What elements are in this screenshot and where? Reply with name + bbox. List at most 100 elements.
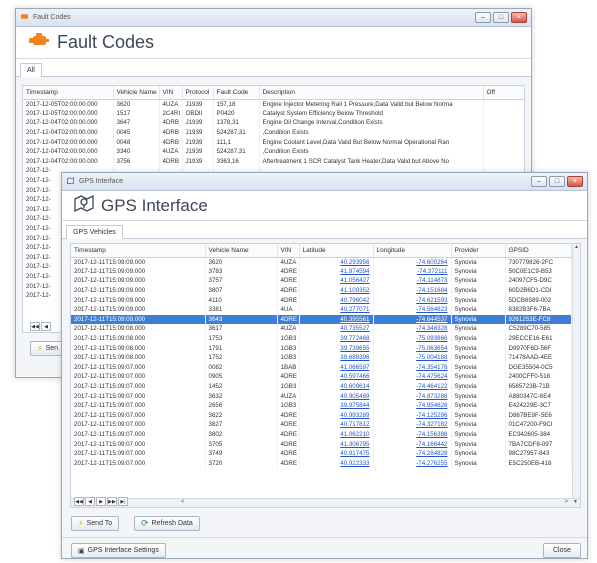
table-row[interactable]: 2017-12-11T15:09:07.000 0905 4DRE 40.597466… bbox=[71, 372, 572, 382]
table-cell[interactable]: -74.954628 bbox=[373, 400, 452, 411]
first-page-icon[interactable]: ◀◀ bbox=[74, 497, 84, 506]
table-cell[interactable]: -74.276255 bbox=[373, 458, 452, 469]
table-cell[interactable]: 41.974594 bbox=[299, 266, 374, 277]
table-cell[interactable]: -74.600264 bbox=[373, 257, 452, 267]
table-cell[interactable]: -74.464122 bbox=[373, 381, 452, 392]
table-cell[interactable]: -74.564623 bbox=[373, 304, 452, 315]
table-cell[interactable]: 40.917475 bbox=[299, 448, 374, 459]
table-cell[interactable]: -74.151684 bbox=[373, 285, 452, 296]
table-row[interactable]: 2017-12-11T15:09:07.000 3749 4DRE 40.917475… bbox=[71, 448, 572, 459]
gps-column-header[interactable]: Vehicle Name bbox=[205, 244, 278, 258]
table-cell[interactable]: 40.395561 bbox=[299, 314, 374, 325]
table-row[interactable]: 2017-12-11T15:09:08.000 1753 1GB3 39.772468… bbox=[71, 333, 572, 344]
table-cell[interactable]: 40.717812 bbox=[299, 420, 374, 430]
table-row[interactable]: 2017-12-05T02:00:00.000 3620 4UZA J1939 157,… bbox=[23, 99, 524, 109]
gps-column-header[interactable]: Timestamp bbox=[71, 244, 206, 258]
close-icon[interactable]: × bbox=[511, 12, 527, 23]
gps-column-header[interactable]: Longitude bbox=[373, 244, 452, 258]
scroll-right-icon[interactable]: > bbox=[564, 499, 568, 505]
table-row[interactable]: 2017-12-11T15:09:07.000 3827 4DRE 40.717812… bbox=[71, 420, 572, 430]
gps-vertical-scrollbar[interactable]: ▲ bbox=[572, 244, 580, 498]
table-row[interactable]: 2017-12-11T15:09:09.000 3381 4UA 40.277071-… bbox=[71, 304, 572, 315]
table-row[interactable]: 2017-12-05T02:00:00.000 1517 2C4RI OBDII P04… bbox=[23, 108, 524, 119]
maximize-button[interactable]: □ bbox=[493, 12, 509, 23]
table-cell[interactable]: 40.277071 bbox=[299, 304, 374, 315]
table-cell[interactable]: -74.166442 bbox=[373, 439, 452, 449]
fault-column-header[interactable]: Timestamp bbox=[23, 86, 114, 100]
table-cell[interactable]: 39.975844 bbox=[299, 400, 374, 411]
table-row[interactable]: 2017-12-04T02:00:00.000 0045 4DRB J1939 5242… bbox=[23, 127, 524, 138]
table-row[interactable]: 2017-12-11T15:09:07.000 3705 4DRE 41.306795… bbox=[71, 439, 572, 449]
next-page-icon[interactable]: ▶ bbox=[96, 497, 106, 506]
scroll-down-icon[interactable]: ▼ bbox=[573, 499, 578, 505]
table-cell[interactable]: -74.372111 bbox=[373, 266, 452, 277]
prev-page-icon[interactable]: ◀ bbox=[85, 497, 95, 506]
table-cell[interactable]: 40.293956 bbox=[299, 257, 374, 267]
table-row[interactable]: 2017-12-11T15:09:09.000 3783 4DRE 41.974594… bbox=[71, 266, 572, 277]
table-cell[interactable]: 40.609614 bbox=[299, 381, 374, 392]
table-row[interactable]: 2017-12-11T15:09:09.000 3807 4DRE 41.109352… bbox=[71, 285, 572, 296]
table-cell[interactable]: 40.597466 bbox=[299, 372, 374, 382]
table-row[interactable]: 2017-12-11T15:09:08.000 3617 4UZA 40.735527… bbox=[71, 324, 572, 334]
table-cell[interactable]: -74.284828 bbox=[373, 448, 452, 459]
table-row[interactable]: 2017-12-11T15:09:07.000 1452 1GB3 40.609614… bbox=[71, 381, 572, 392]
table-cell[interactable]: -74.114873 bbox=[373, 276, 452, 286]
table-cell[interactable]: 40.993289 bbox=[299, 410, 374, 421]
gps-column-header[interactable]: Provider bbox=[451, 244, 506, 258]
table-cell[interactable]: 39.688396 bbox=[299, 352, 374, 363]
fault-send-to-button[interactable]: ⚡ Sen bbox=[30, 341, 66, 356]
send-to-button[interactable]: ⚡ Send To bbox=[71, 516, 120, 531]
tab-gps-vehicles[interactable]: GPS Vehicles bbox=[66, 225, 123, 239]
table-cell[interactable]: -75.004188 bbox=[373, 352, 452, 363]
gps-titlebar[interactable]: GPS Interface – □ × bbox=[62, 173, 587, 191]
fault-column-header[interactable]: Fault Code bbox=[213, 86, 260, 100]
table-cell[interactable]: 40.796042 bbox=[299, 295, 374, 305]
first-page-icon[interactable]: ◀◀ bbox=[30, 322, 40, 331]
table-cell[interactable]: 41.109352 bbox=[299, 285, 374, 296]
tab-all[interactable]: All bbox=[20, 63, 42, 77]
table-row[interactable]: 2017-12-11T15:09:09.000 3643 4DRE 40.395561… bbox=[71, 314, 572, 325]
table-cell[interactable]: -75.063654 bbox=[373, 343, 452, 353]
next-pages-icon[interactable]: ▶▶ bbox=[107, 497, 117, 506]
refresh-data-button[interactable]: ⟳ Refresh Data bbox=[134, 516, 200, 531]
fault-column-header[interactable]: VIN bbox=[159, 86, 183, 100]
table-cell[interactable]: 41.306795 bbox=[299, 439, 374, 449]
table-cell[interactable]: 41.062210 bbox=[299, 429, 374, 440]
table-row[interactable]: 2017-12-11T15:09:09.000 3620 4UZA 40.293956… bbox=[71, 257, 572, 267]
table-row[interactable]: 2017-12-04T02:00:00.000 3756 4DRB J1939 3363… bbox=[23, 156, 524, 167]
table-row[interactable]: 2017-12-11T15:09:07.000 3802 4DRE 41.062210… bbox=[71, 429, 572, 440]
table-cell[interactable]: -74.475624 bbox=[373, 372, 452, 382]
table-cell[interactable]: -74.327182 bbox=[373, 420, 452, 430]
table-row[interactable]: 2017-12-11T15:09:07.000 3632 4UZA 40.905469… bbox=[71, 391, 572, 401]
table-row[interactable]: 2017-12-11T15:09:07.000 0082 1BAB 41.066597… bbox=[71, 362, 572, 373]
gps-settings-button[interactable]: ▣ GPS Interface Settings bbox=[71, 543, 166, 558]
table-row[interactable]: 2017-12-04T02:00:00.000 3340 4UZA J1939 5242… bbox=[23, 146, 524, 157]
fault-codes-titlebar[interactable]: Fault Codes – □ × bbox=[16, 9, 531, 27]
fault-column-header[interactable]: Description bbox=[259, 86, 484, 100]
table-cell[interactable]: -74.644537 bbox=[373, 314, 452, 325]
table-row[interactable]: 2017-12-04T02:00:00.000 0048 4DRB J1939 111,… bbox=[23, 137, 524, 147]
table-cell[interactable]: 39.772468 bbox=[299, 333, 374, 344]
maximize-button[interactable]: □ bbox=[549, 176, 565, 187]
fault-column-header[interactable]: Vehicle Name bbox=[113, 86, 160, 100]
table-row[interactable]: 2017-12-11T15:09:09.000 4110 4DRE 40.796042… bbox=[71, 295, 572, 305]
table-cell[interactable]: 40.905469 bbox=[299, 391, 374, 401]
last-page-icon[interactable]: ▶| bbox=[118, 497, 128, 506]
table-cell[interactable]: 41.056427 bbox=[299, 276, 374, 286]
table-cell[interactable]: 40.922333 bbox=[299, 458, 374, 469]
gps-column-header[interactable]: GPSID bbox=[505, 244, 572, 258]
scroll-up-icon[interactable]: ▲ bbox=[573, 244, 580, 250]
table-row[interactable]: 2017-12-11T15:09:09.000 3757 4DRE 41.056427… bbox=[71, 276, 572, 286]
close-button[interactable]: Close bbox=[543, 543, 581, 558]
gps-column-header[interactable]: Latitude bbox=[299, 244, 374, 258]
table-cell[interactable]: -74.125296 bbox=[373, 410, 452, 421]
gps-column-header[interactable]: VIN bbox=[277, 244, 300, 258]
table-cell[interactable]: 41.066597 bbox=[299, 362, 374, 373]
table-cell[interactable]: -74.354178 bbox=[373, 362, 452, 373]
table-cell[interactable]: 39.739655 bbox=[299, 343, 374, 353]
table-cell[interactable]: -75.093866 bbox=[373, 333, 452, 344]
table-row[interactable]: 2017-12-11T15:09:07.000 3622 4DRE 40.993289… bbox=[71, 410, 572, 421]
prev-page-icon[interactable]: ◀ bbox=[41, 322, 51, 331]
table-cell[interactable]: 40.735527 bbox=[299, 324, 374, 334]
table-cell[interactable]: -74.873288 bbox=[373, 391, 452, 401]
